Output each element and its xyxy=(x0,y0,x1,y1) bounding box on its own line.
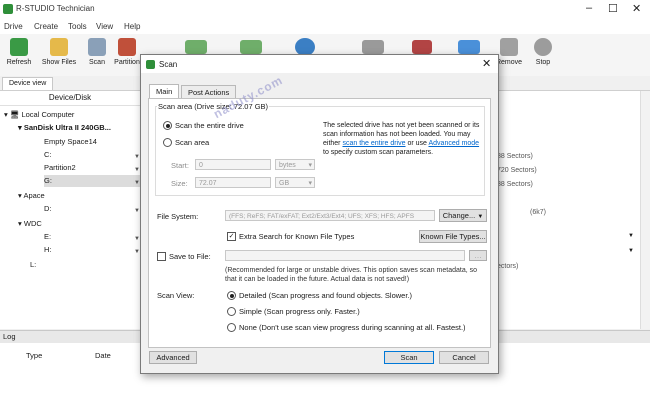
remove-icon xyxy=(500,38,518,56)
view-detailed-label: Detailed (Scan progress and found object… xyxy=(239,291,413,300)
app-titlebar: R-STUDIO Technician – ☐ ✕ xyxy=(0,0,650,20)
tree-item-local-computer[interactable]: ▾ 🖥 Local Computer xyxy=(4,109,74,121)
refresh-label: Refresh xyxy=(6,59,32,66)
tree-item-sandisk[interactable]: ▾ SanDisk Ultra II 240GB... xyxy=(18,122,111,134)
toolbar-icon[interactable] xyxy=(362,40,384,54)
sector-info: (6k7) xyxy=(530,209,546,216)
main-tab-page: Scan area (Drive size: 72.07 GB) Scan th… xyxy=(148,98,491,348)
scan-area-radio[interactable] xyxy=(163,138,172,147)
menu-drive[interactable]: Drive xyxy=(4,22,23,31)
sector-info: 88 Sectors) xyxy=(497,153,533,160)
view-none-radio[interactable] xyxy=(227,323,236,332)
show-files-button[interactable]: Show Files xyxy=(40,38,78,66)
scan-info-text: The selected drive has not yet been scan… xyxy=(323,122,480,156)
file-system-label: File System: xyxy=(157,212,199,221)
toolbar-icon[interactable] xyxy=(458,40,480,54)
log-column-date[interactable]: Date xyxy=(95,351,111,360)
chevron-down-icon: ▾ xyxy=(308,180,312,187)
tab-post-actions[interactable]: Post Actions xyxy=(181,85,237,99)
dialog-logo-icon xyxy=(146,60,155,69)
view-simple-label: Simple (Scan progress only. Faster.) xyxy=(239,307,360,316)
close-icon[interactable]: ✕ xyxy=(632,2,641,15)
tab-main[interactable]: Main xyxy=(149,84,180,99)
view-none-label: None (Don't use scan view progress durin… xyxy=(239,323,466,332)
save-to-file-checkbox[interactable] xyxy=(157,252,166,261)
start-label: Start: xyxy=(171,161,189,170)
view-detailed-radio[interactable] xyxy=(227,291,236,300)
tree-item-g[interactable]: G: ▼ xyxy=(44,175,140,187)
close-icon[interactable]: ✕ xyxy=(482,57,491,70)
toolbar-icon[interactable] xyxy=(240,40,262,54)
menu-help[interactable]: Help xyxy=(124,22,140,31)
refresh-icon xyxy=(10,38,28,56)
tree-item-e[interactable]: E: ▼ xyxy=(44,231,140,243)
partition-icon xyxy=(118,38,136,56)
scan-entire-radio[interactable] xyxy=(163,121,172,130)
stop-label: Stop xyxy=(535,59,551,66)
extra-search-label: Extra Search for Known File Types xyxy=(239,232,355,241)
change-button[interactable]: Change... ▼ xyxy=(439,209,487,222)
size-label: Size: xyxy=(171,179,188,188)
start-unit-select[interactable]: bytes ▾ xyxy=(275,159,315,170)
log-column-type[interactable]: Type xyxy=(26,351,42,360)
chevron-down-icon: ▾ xyxy=(308,162,312,169)
app-title: R-STUDIO Technician xyxy=(16,4,95,13)
minimize-icon[interactable]: – xyxy=(586,2,592,14)
view-simple-radio[interactable] xyxy=(227,307,236,316)
known-file-types-button[interactable]: Known File Types... xyxy=(419,230,487,243)
stop-button[interactable]: Stop xyxy=(524,38,562,66)
scan-button[interactable]: Scan xyxy=(384,351,434,364)
tree-item-d[interactable]: D: ▼ xyxy=(44,203,140,215)
toolbar-icon[interactable] xyxy=(185,40,207,54)
scan-area-radio-label: Scan area xyxy=(175,138,210,147)
tree-item-apace[interactable]: ▾ Apace xyxy=(18,190,45,202)
menu-tools[interactable]: Tools xyxy=(68,22,87,31)
tree-item-c[interactable]: C: ▼ xyxy=(44,149,140,161)
save-note: (Recommended for large or unstable drive… xyxy=(225,267,477,283)
menu-view[interactable]: View xyxy=(96,22,113,31)
refresh-button[interactable]: Refresh xyxy=(0,38,38,66)
tree-item-empty-space[interactable]: Empty Space14 xyxy=(44,136,97,148)
scan-entire-link[interactable]: scan the entire drive xyxy=(342,140,405,147)
menu-create[interactable]: Create xyxy=(34,22,58,31)
advanced-mode-link[interactable]: Advanced mode xyxy=(428,140,479,147)
tree-item-h[interactable]: H: ▼ xyxy=(44,244,140,256)
chevron-down-icon[interactable]: ▼ xyxy=(628,233,634,239)
extra-search-checkbox[interactable]: ✓ xyxy=(227,232,236,241)
menu-bar: Drive Create Tools View Help xyxy=(0,20,650,34)
device-disk-header: Device/Disk xyxy=(0,91,140,106)
tree-scrollbar[interactable] xyxy=(640,91,650,329)
size-input[interactable]: 72.07 xyxy=(195,177,271,188)
show-files-icon xyxy=(50,38,68,56)
start-input[interactable]: 0 xyxy=(195,159,271,170)
save-path-input[interactable] xyxy=(225,250,465,261)
show-files-label: Show Files xyxy=(41,59,77,66)
app-logo-icon xyxy=(3,4,13,14)
browse-button[interactable]: … xyxy=(469,250,487,261)
chevron-down-icon: ▼ xyxy=(477,214,484,220)
tree-item-wdc[interactable]: ▾ WDC xyxy=(18,218,42,230)
stop-icon xyxy=(534,38,552,56)
sector-info: 720 Sectors) xyxy=(497,167,537,174)
scan-entire-label: Scan the entire drive xyxy=(175,121,244,130)
file-system-field: (FFS; ReFS; FAT/exFAT; Ext2/Ext3/Ext4; U… xyxy=(225,210,435,221)
tree-item-partition2[interactable]: Partition2 ▼ xyxy=(44,162,140,174)
advanced-button[interactable]: Advanced xyxy=(149,351,197,364)
toolbar-icon[interactable] xyxy=(412,40,432,54)
maximize-icon[interactable]: ☐ xyxy=(608,2,618,15)
save-to-file-label: Save to File: xyxy=(169,252,211,261)
scan-icon xyxy=(88,38,106,56)
tree-item-l[interactable]: L: xyxy=(30,259,36,271)
sector-info: ectors) xyxy=(497,263,519,270)
sector-info: 88 Sectors) xyxy=(497,181,533,188)
cancel-button[interactable]: Cancel xyxy=(439,351,489,364)
size-unit-select[interactable]: GB ▾ xyxy=(275,177,315,188)
scan-view-label: Scan View: xyxy=(157,291,195,300)
scan-dialog: Scan ✕ Main Post Actions Scan area (Driv… xyxy=(140,54,499,374)
chevron-down-icon[interactable]: ▼ xyxy=(628,248,634,254)
dialog-titlebar: Scan ✕ xyxy=(141,55,498,73)
dialog-title: Scan xyxy=(159,60,178,69)
tab-device-view[interactable]: Device view xyxy=(2,77,54,90)
